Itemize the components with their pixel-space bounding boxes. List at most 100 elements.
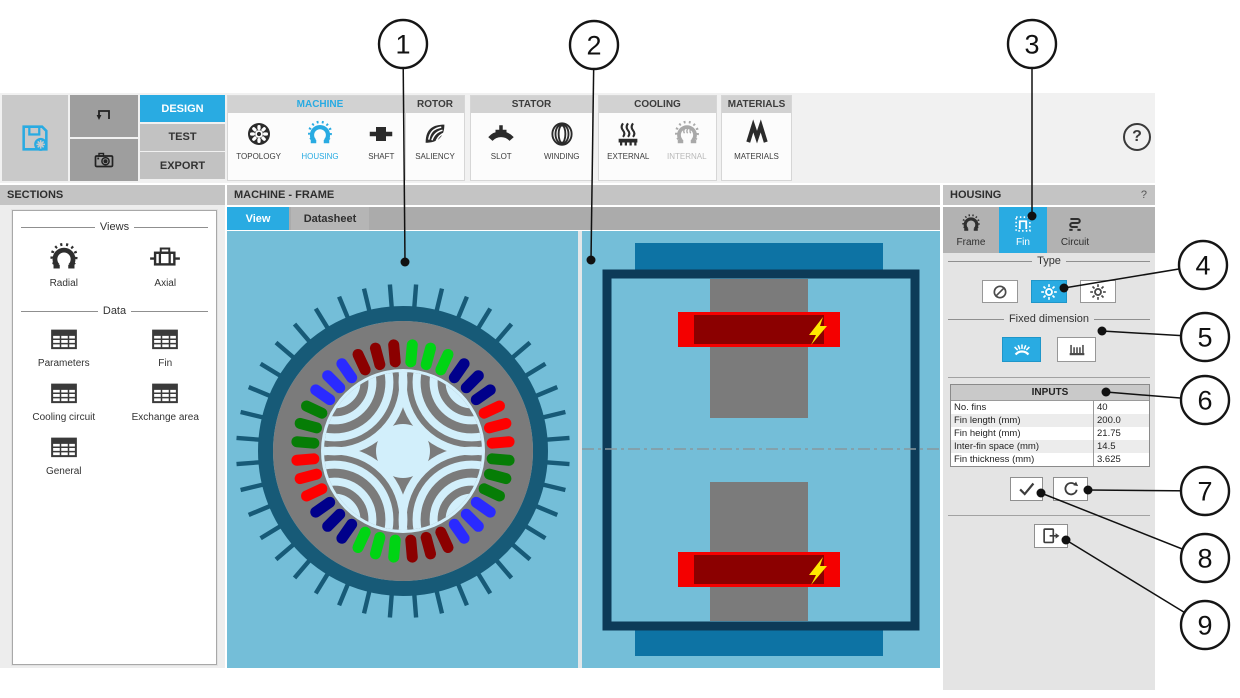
inputs-row: No. fins 40 bbox=[951, 401, 1149, 414]
save-button[interactable] bbox=[2, 95, 68, 181]
toolbar-group-materials: MATERIALS MATERIALS bbox=[721, 95, 792, 181]
export-icon bbox=[1040, 525, 1062, 547]
sidebar-item-axial[interactable]: Axial bbox=[148, 241, 182, 289]
topology-icon bbox=[244, 119, 274, 149]
group-title: COOLING bbox=[599, 96, 716, 113]
fin-height-icon bbox=[1011, 339, 1033, 361]
sidebar-item-radial[interactable]: Radial bbox=[47, 241, 81, 289]
shaft-icon bbox=[366, 119, 396, 149]
external-cooling-button[interactable]: EXTERNAL bbox=[599, 119, 657, 161]
axial-view-canvas[interactable] bbox=[582, 231, 940, 668]
input-value[interactable]: 3.625 bbox=[1093, 453, 1149, 466]
fin-type-none-button[interactable] bbox=[982, 280, 1018, 303]
tab-fin[interactable]: Fin bbox=[999, 207, 1047, 253]
input-label: Fin thickness (mm) bbox=[954, 454, 1035, 465]
export-view-button[interactable] bbox=[1034, 524, 1068, 548]
no-fins-icon bbox=[989, 281, 1011, 303]
toolbar-group-machine: MACHINE TOPOLOGY HOUSING SHAFT bbox=[227, 95, 413, 181]
sidebar-item-exchange-area[interactable]: Exchange area bbox=[132, 379, 199, 423]
sidebar-item-parameters[interactable]: Parameters bbox=[38, 325, 90, 369]
end-winding-top bbox=[678, 312, 840, 347]
tab-circuit[interactable]: Circuit bbox=[1051, 207, 1099, 253]
callout-number: 9 bbox=[1197, 611, 1212, 641]
undo-button[interactable] bbox=[70, 95, 138, 137]
end-cap-top bbox=[635, 243, 883, 270]
axial-view-icon bbox=[148, 241, 182, 275]
topology-button[interactable]: TOPOLOGY bbox=[230, 119, 288, 161]
fin-type-radial-button[interactable] bbox=[1080, 280, 1116, 303]
materials-button[interactable]: MATERIALS bbox=[728, 119, 786, 161]
saliency-button[interactable]: SALIENCY bbox=[406, 119, 464, 161]
radial-view-icon bbox=[47, 241, 81, 275]
fixed-fin-space-button[interactable] bbox=[1057, 337, 1096, 362]
toolbar-group-stator: STATOR SLOT WINDING bbox=[470, 95, 593, 181]
fixed-dimension-divider: Fixed dimension bbox=[948, 313, 1150, 325]
input-label: Fin height (mm) bbox=[954, 428, 1021, 439]
slot-button[interactable]: SLOT bbox=[472, 119, 530, 161]
inputs-table-rows: No. fins 40 Fin length (mm) 200.0 Fin height… bbox=[951, 401, 1149, 466]
views-divider: Views bbox=[21, 221, 208, 233]
fin-space-icon bbox=[1066, 339, 1088, 361]
circuit-icon bbox=[1064, 213, 1086, 235]
fin-type-axial-button[interactable] bbox=[1031, 280, 1067, 303]
inputs-table: INPUTS No. fins 40 Fin length (mm) 200.0 Fin… bbox=[950, 384, 1150, 467]
input-label: Fin length (mm) bbox=[954, 415, 1021, 426]
group-title: ROTOR bbox=[406, 96, 464, 113]
radial-view-canvas[interactable] bbox=[227, 231, 578, 668]
slot-icon bbox=[486, 119, 516, 149]
export-mode-button[interactable]: EXPORT bbox=[140, 152, 225, 179]
sidebar-item-cooling-circuit[interactable]: Cooling circuit bbox=[32, 379, 95, 423]
reset-icon bbox=[1060, 478, 1082, 500]
axial-machine-drawing bbox=[582, 243, 940, 656]
tab-frame[interactable]: Frame bbox=[947, 207, 995, 253]
separator bbox=[948, 515, 1150, 516]
group-title: MACHINE bbox=[228, 96, 412, 113]
screenshot-button[interactable] bbox=[70, 139, 138, 181]
tab-datasheet[interactable]: Datasheet bbox=[291, 207, 369, 230]
apply-button[interactable] bbox=[1010, 477, 1043, 501]
sidebar-item-general[interactable]: General bbox=[46, 433, 82, 477]
sidebar-item-fin[interactable]: Fin bbox=[150, 325, 180, 369]
check-icon bbox=[1016, 478, 1038, 500]
callout-number: 3 bbox=[1024, 30, 1039, 60]
design-mode-button[interactable]: DESIGN bbox=[140, 95, 225, 122]
group-title: MATERIALS bbox=[722, 96, 791, 113]
input-value[interactable]: 40 bbox=[1093, 401, 1149, 414]
housing-button[interactable]: HOUSING bbox=[291, 119, 349, 161]
internal-cooling-button: INTERNAL bbox=[658, 119, 716, 161]
help-button[interactable]: ? bbox=[1123, 123, 1151, 151]
input-label: No. fins bbox=[954, 402, 987, 413]
sections-header: SECTIONS bbox=[0, 185, 225, 205]
inputs-row: Fin length (mm) 200.0 bbox=[951, 414, 1149, 427]
separator bbox=[948, 377, 1150, 378]
materials-icon bbox=[742, 119, 772, 149]
fixed-fin-height-button[interactable] bbox=[1002, 337, 1041, 362]
frame-icon bbox=[960, 213, 982, 235]
housing-panel-content: Type Fixed dimension INPUTS No. fins 40 bbox=[943, 253, 1155, 690]
toolbar-group-cooling: COOLING EXTERNAL INTERNAL bbox=[598, 95, 717, 181]
tab-view[interactable]: View bbox=[227, 207, 289, 230]
reset-button[interactable] bbox=[1053, 477, 1088, 501]
fin-icon bbox=[1012, 213, 1034, 235]
input-value[interactable]: 21.75 bbox=[1093, 427, 1149, 440]
sections-panel: Views Radial Axial Data Parameters Fin C… bbox=[0, 205, 225, 668]
callout-number: 5 bbox=[1197, 323, 1212, 353]
callout-number: 6 bbox=[1197, 386, 1212, 416]
external-cooling-icon bbox=[613, 119, 643, 149]
panel-help-link[interactable]: ? bbox=[1141, 185, 1147, 205]
table-icon bbox=[150, 379, 180, 409]
test-mode-button[interactable]: TEST bbox=[140, 123, 225, 151]
save-icon bbox=[18, 121, 52, 155]
type-divider: Type bbox=[948, 255, 1150, 267]
toolbar-group-rotor: ROTOR SALIENCY bbox=[405, 95, 465, 181]
input-value[interactable]: 200.0 bbox=[1093, 414, 1149, 427]
winding-button[interactable]: WINDING bbox=[533, 119, 591, 161]
end-cap-bottom bbox=[635, 629, 883, 656]
table-icon bbox=[49, 379, 79, 409]
housing-panel-header: HOUSING ? bbox=[943, 185, 1155, 205]
input-value[interactable]: 14.5 bbox=[1093, 440, 1149, 453]
radial-fins-icon bbox=[1087, 281, 1109, 303]
main-tabstrip: View Datasheet bbox=[227, 207, 940, 230]
axial-fins-icon bbox=[1038, 281, 1060, 303]
shaft-button[interactable]: SHAFT bbox=[352, 119, 410, 161]
